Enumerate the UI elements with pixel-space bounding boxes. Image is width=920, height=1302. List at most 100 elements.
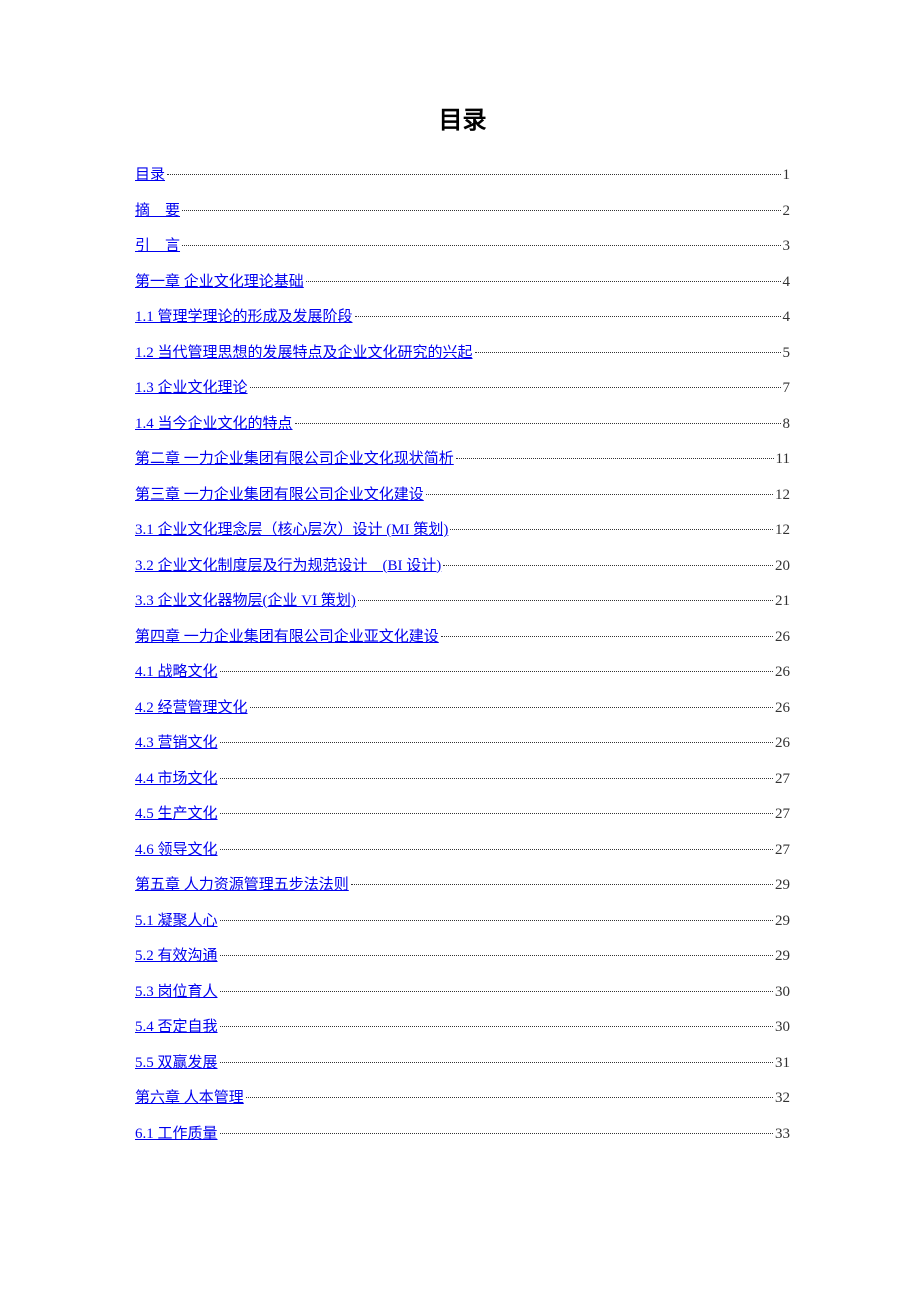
toc-entry: 1.3 企业文化理论 7 [135,378,790,399]
toc-entry: 5.5 双赢发展 31 [135,1053,790,1074]
toc-entry: 5.4 否定自我30 [135,1017,790,1038]
toc-page-number: 21 [775,591,790,612]
toc-leader-dots [220,920,773,921]
toc-link[interactable]: 第一章 企业文化理论基础 [135,272,304,293]
toc-leader-dots [246,1097,773,1098]
toc-leader-dots [426,494,773,495]
toc-link[interactable]: 1.1 管理学理论的形成及发展阶段 [135,307,353,328]
toc-page-number: 4 [783,307,791,328]
toc-link[interactable]: 4.3 营销文化 [135,733,218,754]
toc-leader-dots [250,387,781,388]
toc-leader-dots [220,955,773,956]
toc-link[interactable]: 4.6 领导文化 [135,840,218,861]
table-of-contents: 目录1摘 要2引 言3第一章 企业文化理论基础41.1 管理学理论的形成及发展阶… [135,165,790,1145]
toc-entry: 3.3 企业文化器物层(企业 VI 策划) 21 [135,591,790,612]
toc-leader-dots [220,1026,773,1027]
toc-entry: 摘 要2 [135,201,790,222]
toc-link[interactable]: 摘 要 [135,201,180,222]
toc-page-number: 3 [783,236,791,257]
toc-page-number: 26 [775,733,790,754]
toc-link[interactable]: 5.5 双赢发展 [135,1053,218,1074]
toc-page-number: 26 [775,698,790,719]
toc-leader-dots [167,174,780,175]
toc-link[interactable]: 第五章 人力资源管理五步法法则 [135,875,349,896]
toc-entry: 1.1 管理学理论的形成及发展阶段 4 [135,307,790,328]
toc-leader-dots [358,600,773,601]
toc-link[interactable]: 第三章 一力企业集团有限公司企业文化建设 [135,485,424,506]
toc-page-number: 29 [775,911,790,932]
toc-page-number: 8 [783,414,791,435]
toc-link[interactable]: 4.4 市场文化 [135,769,218,790]
toc-leader-dots [443,565,773,566]
toc-entry: 4.6 领导文化 27 [135,840,790,861]
toc-leader-dots [351,884,773,885]
toc-leader-dots [220,991,773,992]
toc-leader-dots [306,281,781,282]
toc-page-number: 12 [775,485,790,506]
toc-link[interactable]: 3.2 企业文化制度层及行为规范设计 (BI 设计) [135,556,441,577]
toc-leader-dots [250,707,773,708]
toc-leader-dots [355,316,781,317]
toc-link[interactable]: 第四章 一力企业集团有限公司企业亚文化建设 [135,627,439,648]
toc-leader-dots [182,245,780,246]
toc-entry: 目录1 [135,165,790,186]
toc-page-number: 26 [775,627,790,648]
toc-page-number: 5 [783,343,791,364]
toc-leader-dots [220,671,773,672]
toc-link[interactable]: 4.1 战略文化 [135,662,218,683]
toc-entry: 4.4 市场文化27 [135,769,790,790]
toc-entry: 4.5 生产文化 27 [135,804,790,825]
toc-entry: 5.3 岗位育人30 [135,982,790,1003]
toc-link[interactable]: 第六章 人本管理 [135,1088,244,1109]
toc-link[interactable]: 5.3 岗位育人 [135,982,218,1003]
toc-page-number: 11 [776,449,790,470]
toc-page-number: 27 [775,840,790,861]
toc-link[interactable]: 1.4 当今企业文化的特点 [135,414,293,435]
toc-entry: 4.3 营销文化 26 [135,733,790,754]
toc-link[interactable]: 3.1 企业文化理念层（核心层次）设计 (MI 策划) [135,520,448,541]
toc-entry: 第五章 人力资源管理五步法法则 29 [135,875,790,896]
toc-page-number: 31 [775,1053,790,1074]
toc-entry: 第六章 人本管理 32 [135,1088,790,1109]
toc-leader-dots [441,636,773,637]
toc-page-number: 32 [775,1088,790,1109]
toc-page-number: 26 [775,662,790,683]
toc-leader-dots [182,210,780,211]
toc-link[interactable]: 6.1 工作质量 [135,1124,218,1145]
toc-link[interactable]: 4.5 生产文化 [135,804,218,825]
toc-leader-dots [220,813,773,814]
toc-link[interactable]: 第二章 一力企业集团有限公司企业文化现状简析 [135,449,454,470]
toc-leader-dots [220,742,773,743]
toc-leader-dots [220,1062,773,1063]
toc-page-number: 29 [775,875,790,896]
toc-page-number: 27 [775,804,790,825]
toc-link[interactable]: 4.2 经营管理文化 [135,698,248,719]
toc-leader-dots [295,423,781,424]
toc-leader-dots [220,1133,773,1134]
toc-link[interactable]: 目录 [135,165,165,186]
toc-link[interactable]: 5.2 有效沟通 [135,946,218,967]
toc-entry: 5.2 有效沟通29 [135,946,790,967]
toc-leader-dots [475,352,781,353]
toc-page-number: 33 [775,1124,790,1145]
toc-link[interactable]: 1.2 当代管理思想的发展特点及企业文化研究的兴起 [135,343,473,364]
toc-entry: 1.2 当代管理思想的发展特点及企业文化研究的兴起 5 [135,343,790,364]
toc-link[interactable]: 5.1 凝聚人心 [135,911,218,932]
toc-entry: 6.1 工作质量 33 [135,1124,790,1145]
toc-leader-dots [220,849,773,850]
toc-link[interactable]: 3.3 企业文化器物层(企业 VI 策划) [135,591,356,612]
toc-page-number: 20 [775,556,790,577]
toc-entry: 引 言 3 [135,236,790,257]
toc-entry: 第一章 企业文化理论基础4 [135,272,790,293]
toc-link[interactable]: 5.4 否定自我 [135,1017,218,1038]
toc-leader-dots [456,458,774,459]
toc-leader-dots [220,778,773,779]
toc-page-number: 7 [783,378,791,399]
toc-entry: 第四章 一力企业集团有限公司企业亚文化建设 26 [135,627,790,648]
toc-link[interactable]: 1.3 企业文化理论 [135,378,248,399]
toc-page-number: 12 [775,520,790,541]
toc-entry: 3.2 企业文化制度层及行为规范设计 (BI 设计) 20 [135,556,790,577]
toc-entry: 第三章 一力企业集团有限公司企业文化建设 12 [135,485,790,506]
toc-link[interactable]: 引 言 [135,236,180,257]
toc-entry: 1.4 当今企业文化的特点 8 [135,414,790,435]
